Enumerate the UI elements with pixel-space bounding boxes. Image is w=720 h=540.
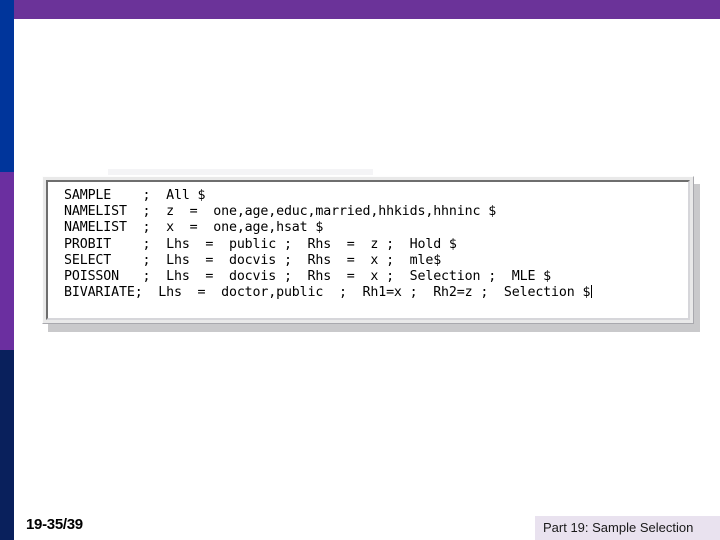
accent-segment-top [0, 0, 14, 172]
code-line: NAMELIST ; z = one,age,educ,married,hhki… [64, 204, 497, 220]
accent-segment-bottom [0, 350, 14, 540]
text-cursor [591, 285, 593, 299]
code-editor-text[interactable]: SAMPLE ; All $ NAMELIST ; z = one,age,edu… [48, 182, 688, 301]
code-line: BIVARIATE; Lhs = doctor,public ; Rh1=x ;… [64, 285, 591, 301]
slide-canvas: SAMPLE ; All $ NAMELIST ; z = one,age,edu… [0, 0, 720, 540]
left-accent-bar [0, 0, 14, 540]
footer-title: Part 19: Sample Selection [543, 520, 694, 535]
slide-number: 19-35/39 [26, 516, 83, 533]
code-line: PROBIT ; Lhs = public ; Rhs = z ; Hold $ [64, 236, 457, 252]
top-accent-band [14, 0, 720, 19]
code-line: SAMPLE ; All $ [64, 188, 206, 203]
code-window-page[interactable]: SAMPLE ; All $ NAMELIST ; z = one,age,edu… [46, 180, 690, 320]
accent-segment-middle [0, 172, 14, 350]
background-highlight-band [108, 169, 373, 175]
code-window[interactable]: SAMPLE ; All $ NAMELIST ; z = one,age,edu… [42, 176, 694, 324]
code-line: NAMELIST ; x = one,age,hsat $ [64, 220, 324, 236]
code-line: POISSON ; Lhs = docvis ; Rhs = x ; Selec… [64, 269, 552, 285]
code-line-last: BIVARIATE; Lhs = doctor,public ; Rh1=x ;… [64, 285, 688, 301]
code-line: SELECT ; Lhs = docvis ; Rhs = x ; mle$ [64, 252, 442, 268]
